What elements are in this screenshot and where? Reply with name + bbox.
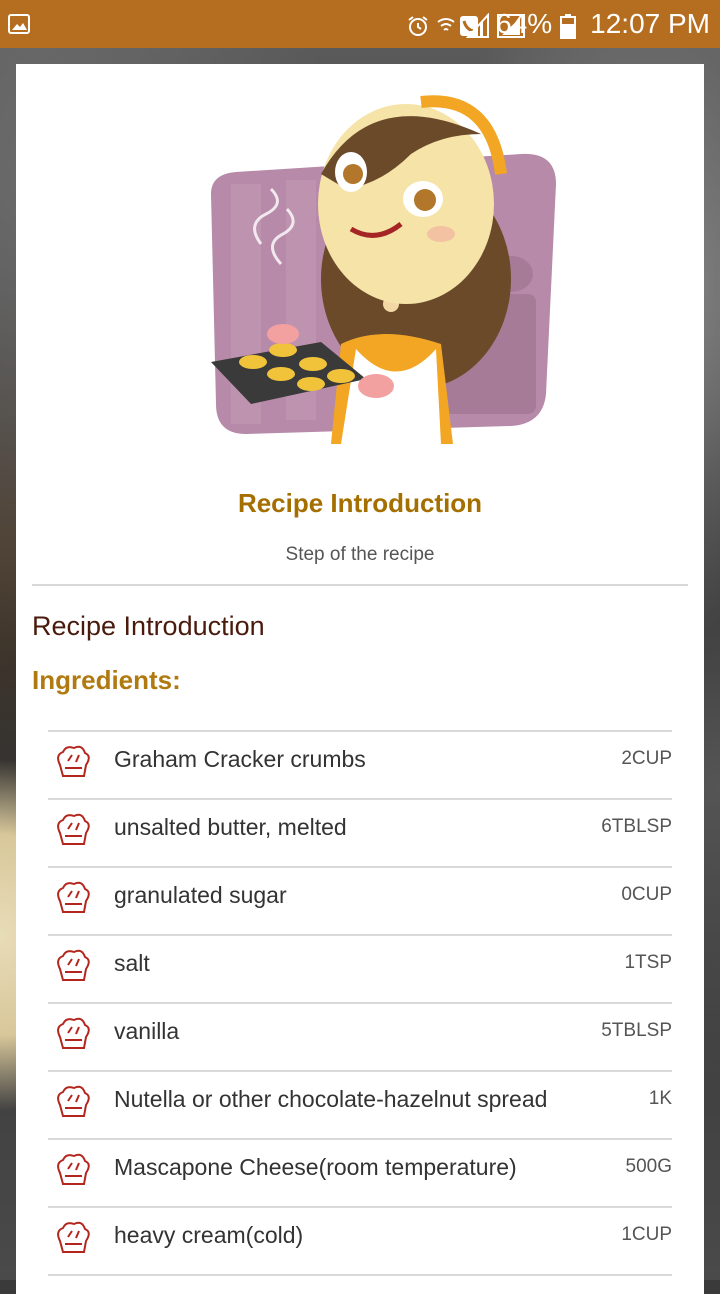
ingredient-name: Graham Cracker crumbs bbox=[114, 746, 366, 772]
ingredient-name: salt bbox=[114, 950, 150, 976]
ingredients-heading: Ingredients: bbox=[32, 665, 181, 695]
ingredient-qty: 1CUP bbox=[621, 1224, 672, 1245]
battery-icon bbox=[560, 13, 582, 39]
status-bar: 64% 12:07 PM bbox=[0, 0, 720, 48]
chef-hat-icon bbox=[54, 1083, 92, 1121]
ingredient-qty: 1K bbox=[648, 1088, 672, 1109]
recipe-card: Recipe Introduction Step of the recipe R… bbox=[16, 64, 704, 1294]
ingredient-qty: 6TBLSP bbox=[601, 816, 672, 837]
ingredient-name: granulated sugar bbox=[114, 882, 287, 908]
list-item[interactable]: Nutella or other chocolate-hazelnut spre… bbox=[48, 1070, 672, 1138]
ingredient-qty: 500G bbox=[625, 1156, 672, 1177]
ingredient-name: heavy cream(cold) bbox=[114, 1222, 304, 1248]
chef-hat-icon bbox=[54, 811, 92, 849]
alarm-icon bbox=[406, 13, 428, 36]
chef-illustration bbox=[191, 94, 581, 484]
list-item[interactable]: granulated sugar 0CUP bbox=[48, 866, 672, 934]
ingredient-list: Graham Cracker crumbs 2CUP unsalted butt… bbox=[48, 730, 672, 1276]
list-item[interactable]: unsalted butter, melted 6TBLSP bbox=[48, 798, 672, 866]
list-item[interactable]: heavy cream(cold) 1CUP bbox=[48, 1206, 672, 1276]
list-item[interactable]: salt 1TSP bbox=[48, 934, 672, 1002]
chef-hat-icon bbox=[54, 1015, 92, 1053]
wifi-calling-icon bbox=[436, 13, 479, 36]
clock: 12:07 PM bbox=[590, 8, 710, 39]
section-title: Recipe Introduction bbox=[32, 611, 265, 641]
ingredient-qty: 1TSP bbox=[624, 952, 672, 973]
chef-hat-icon bbox=[54, 879, 92, 917]
ingredient-name: Mascapone Cheese(room temperature) bbox=[114, 1154, 517, 1180]
list-item[interactable]: Graham Cracker crumbs 2CUP bbox=[48, 730, 672, 798]
divider bbox=[32, 584, 688, 586]
battery-percent: 64% bbox=[496, 8, 553, 39]
ingredient-qty: 0CUP bbox=[621, 884, 672, 905]
hero-subtitle: Step of the recipe bbox=[285, 544, 435, 565]
chef-hat-icon bbox=[54, 1219, 92, 1257]
signal-icon bbox=[465, 12, 526, 38]
list-item[interactable]: vanilla 5TBLSP bbox=[48, 1002, 672, 1070]
hero-title: Recipe Introduction bbox=[237, 488, 483, 518]
chef-hat-icon bbox=[54, 947, 92, 985]
ingredient-name: unsalted butter, melted bbox=[114, 814, 347, 840]
ingredient-name: vanilla bbox=[114, 1018, 180, 1044]
ingredient-qty: 5TBLSP bbox=[601, 1020, 672, 1041]
chef-hat-icon bbox=[54, 1151, 92, 1189]
ingredient-name: Nutella or other chocolate-hazelnut spre… bbox=[114, 1086, 548, 1112]
image-icon bbox=[8, 13, 30, 35]
ingredient-qty: 2CUP bbox=[621, 748, 672, 769]
list-item[interactable]: Mascapone Cheese(room temperature) 500G bbox=[48, 1138, 672, 1206]
chef-hat-icon bbox=[54, 743, 92, 781]
